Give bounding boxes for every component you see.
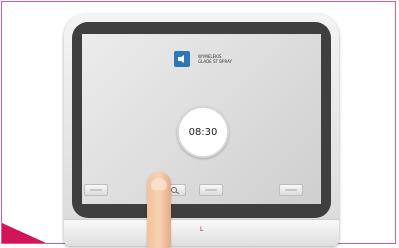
fingernail bbox=[151, 178, 167, 190]
flat-key-icon bbox=[205, 189, 217, 191]
speaker-icon bbox=[174, 51, 190, 67]
device: WYMELEKIŚ GLADE ST BPRAY 08:30 L bbox=[64, 14, 339, 246]
device-bezel: WYMELEKIŚ GLADE ST BPRAY 08:30 bbox=[72, 22, 331, 218]
notification-text: WYMELEKIŚ GLADE ST BPRAY bbox=[198, 54, 232, 64]
flat-key-icon bbox=[90, 189, 102, 191]
soft-key-4[interactable] bbox=[279, 184, 303, 196]
soft-key-3[interactable] bbox=[199, 184, 223, 196]
flat-key-icon bbox=[285, 189, 297, 191]
timer-value: 08:30 bbox=[188, 126, 218, 138]
image-frame: WYMELEKIŚ GLADE ST BPRAY 08:30 L bbox=[1, 1, 396, 248]
pointing-finger bbox=[147, 172, 171, 248]
soft-key-1[interactable] bbox=[84, 184, 108, 196]
device-screen: WYMELEKIŚ GLADE ST BPRAY 08:30 bbox=[82, 34, 321, 204]
speaker-glyph-icon bbox=[178, 55, 184, 63]
brand-mark: L bbox=[200, 226, 205, 233]
device-base: L bbox=[64, 219, 339, 246]
notification-banner: WYMELEKIŚ GLADE ST BPRAY bbox=[174, 51, 232, 67]
timer-display[interactable]: 08:30 bbox=[177, 106, 229, 158]
corner-triangle-icon bbox=[2, 223, 46, 243]
notification-line-2: GLADE ST BPRAY bbox=[198, 59, 232, 64]
